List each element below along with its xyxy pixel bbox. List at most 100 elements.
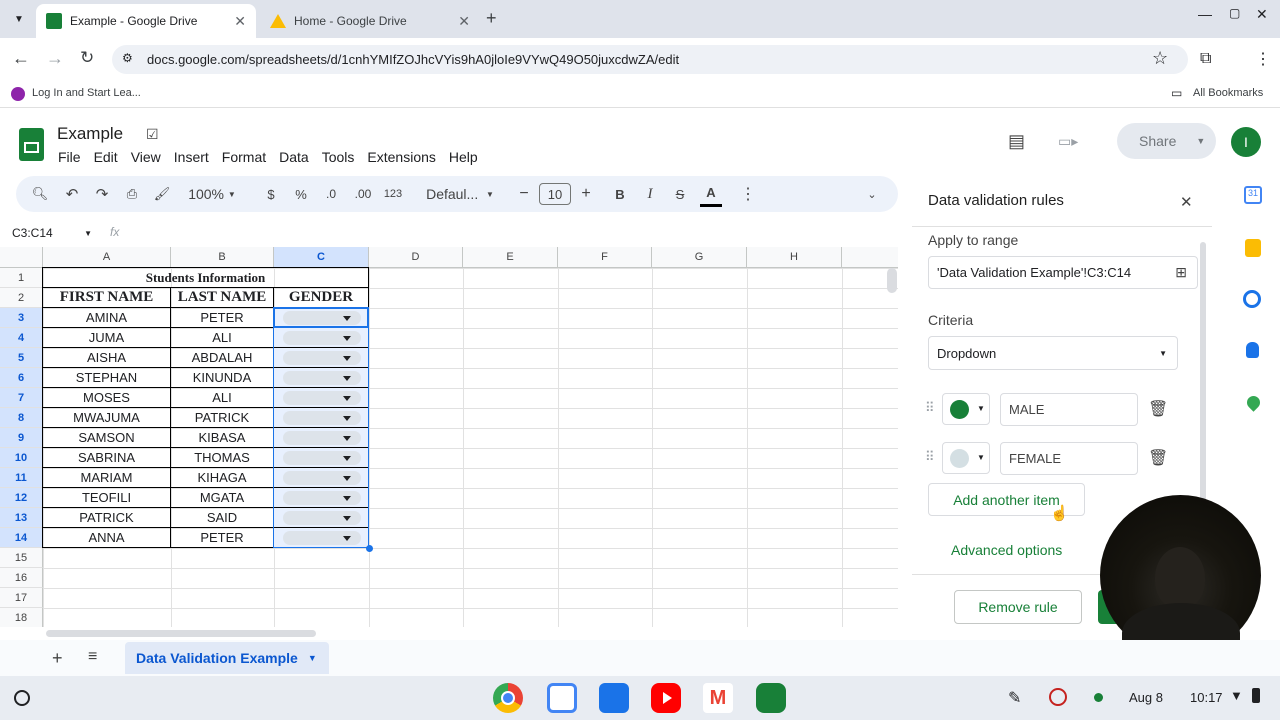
table-cell[interactable]: KINUNDA xyxy=(170,367,274,388)
decrease-decimal-button[interactable]: .0 xyxy=(318,176,344,212)
more-menu-icon[interactable]: ⋮ xyxy=(1255,49,1271,69)
row-header[interactable]: 3 xyxy=(0,308,43,328)
zoom-select[interactable]: 100% ▼ xyxy=(182,176,242,212)
currency-button[interactable]: $ xyxy=(260,176,282,212)
column-header[interactable]: F xyxy=(558,247,652,268)
drag-handle-icon[interactable]: ⠿ xyxy=(925,400,935,416)
item-value-input[interactable]: FEMALE xyxy=(1000,442,1138,475)
fill-handle[interactable] xyxy=(366,545,373,552)
wifi-icon[interactable]: ▼ xyxy=(1230,688,1243,703)
number-format-button[interactable]: 123 xyxy=(380,176,406,212)
row-header[interactable]: 14 xyxy=(0,528,43,548)
increase-font-size-icon[interactable]: + xyxy=(576,176,596,212)
reload-icon[interactable]: ↻ xyxy=(80,48,94,68)
row-header[interactable]: 10 xyxy=(0,448,43,468)
chrome-icon[interactable] xyxy=(493,683,523,713)
all-bookmarks-link[interactable]: All Bookmarks xyxy=(1193,87,1263,99)
table-cell[interactable]: ANNA xyxy=(42,527,171,548)
comments-icon[interactable]: ▤ xyxy=(1008,131,1025,152)
item-color-picker[interactable]: ▼ xyxy=(942,393,990,425)
launcher-icon[interactable] xyxy=(14,690,30,706)
calendar-app-icon[interactable] xyxy=(547,683,577,713)
close-tab-icon[interactable]: ✕ xyxy=(458,13,470,30)
table-cell[interactable]: MGATA xyxy=(170,487,274,508)
menu-edit[interactable]: Edit xyxy=(94,149,118,165)
row-header[interactable]: 8 xyxy=(0,408,43,428)
close-window-icon[interactable]: ✕ xyxy=(1256,6,1268,23)
paint-format-icon[interactable]: 🖌︎ xyxy=(150,176,174,212)
time-label[interactable]: 10:17 xyxy=(1190,690,1223,705)
table-cell[interactable]: ALI xyxy=(170,327,274,348)
menu-insert[interactable]: Insert xyxy=(174,149,209,165)
remove-rule-button[interactable]: Remove rule xyxy=(954,590,1082,624)
table-title[interactable]: Students Information xyxy=(42,267,369,288)
site-info-icon[interactable]: ⚙ xyxy=(122,51,133,65)
screen-record-icon[interactable] xyxy=(1049,688,1067,706)
row-header[interactable]: 9 xyxy=(0,428,43,448)
delete-item-icon[interactable]: 🗑︎ xyxy=(1148,448,1168,468)
row-header[interactable]: 17 xyxy=(0,588,43,608)
increase-decimal-button[interactable]: .00 xyxy=(348,176,378,212)
font-select[interactable]: Defaul... ▼ xyxy=(420,176,500,212)
menu-view[interactable]: View xyxy=(131,149,161,165)
more-toolbar-icon[interactable]: ⋮ xyxy=(740,176,756,212)
row-header[interactable]: 11 xyxy=(0,468,43,488)
table-cell[interactable]: AMINA xyxy=(42,307,171,328)
omnibox[interactable]: ⚙ docs.google.com/spreadsheets/d/1cnhYMI… xyxy=(112,45,1188,74)
table-cell[interactable]: MOSES xyxy=(42,387,171,408)
row-header[interactable]: 2 xyxy=(0,288,43,308)
row-header[interactable]: 13 xyxy=(0,508,43,528)
youtube-icon[interactable] xyxy=(651,683,681,713)
column-header[interactable]: D xyxy=(369,247,463,268)
undo-icon[interactable]: ↶ xyxy=(60,176,84,212)
contacts-icon[interactable] xyxy=(1246,342,1259,358)
minimize-icon[interactable]: — xyxy=(1198,6,1212,22)
criteria-select[interactable]: Dropdown ▼ xyxy=(928,336,1178,370)
table-cell[interactable]: KIBASA xyxy=(170,427,274,448)
browser-tab[interactable]: Home - Google Drive ✕ xyxy=(260,4,480,38)
table-cell[interactable]: TEOFILI xyxy=(42,487,171,508)
all-sheets-icon[interactable]: ≡ xyxy=(88,648,97,666)
row-header[interactable]: 7 xyxy=(0,388,43,408)
bookmark-item[interactable]: Log In and Start Lea... xyxy=(32,87,141,99)
table-cell[interactable]: MWAJUMA xyxy=(42,407,171,428)
menu-help[interactable]: Help xyxy=(449,149,478,165)
item-value-input[interactable]: MALE xyxy=(1000,393,1138,426)
column-header[interactable]: G xyxy=(652,247,747,268)
maximize-icon[interactable]: ▢ xyxy=(1229,6,1240,20)
table-cell[interactable]: THOMAS xyxy=(170,447,274,468)
column-header[interactable]: H xyxy=(747,247,842,268)
table-cell[interactable]: STEPHAN xyxy=(42,367,171,388)
table-cell[interactable]: PETER xyxy=(170,527,274,548)
font-size-input[interactable]: 10 xyxy=(539,183,571,205)
table-cell[interactable]: SAID xyxy=(170,507,274,528)
tab-search-button[interactable]: ▼ xyxy=(8,8,30,30)
table-cell[interactable]: ABDALAH xyxy=(170,347,274,368)
formula-input[interactable] xyxy=(130,222,890,242)
table-cell[interactable]: SAMSON xyxy=(42,427,171,448)
collapse-toolbar-icon[interactable]: ⌄ xyxy=(862,176,882,212)
panel-scrollbar[interactable] xyxy=(1200,242,1206,502)
column-header[interactable]: B xyxy=(171,247,274,268)
stylus-icon[interactable]: ✎ xyxy=(1008,688,1021,708)
percent-button[interactable]: % xyxy=(290,176,312,212)
browser-tab-active[interactable]: Example - Google Drive ✕ xyxy=(36,4,256,38)
grid-horizontal-scrollbar[interactable] xyxy=(46,630,316,637)
redo-icon[interactable]: ↷ xyxy=(90,176,114,212)
menu-data[interactable]: Data xyxy=(279,149,309,165)
table-cell[interactable]: PATRICK xyxy=(42,507,171,528)
column-heading[interactable]: FIRST NAME xyxy=(42,287,171,308)
italic-button[interactable]: I xyxy=(640,176,660,212)
maps-icon[interactable] xyxy=(1244,393,1263,412)
drag-handle-icon[interactable]: ⠿ xyxy=(925,449,935,465)
back-icon[interactable]: ← xyxy=(12,48,30,69)
row-header[interactable]: 18 xyxy=(0,608,43,627)
table-cell[interactable]: SABRINA xyxy=(42,447,171,468)
close-panel-icon[interactable]: ✕ xyxy=(1180,193,1193,211)
table-cell[interactable]: PATRICK xyxy=(170,407,274,428)
column-heading[interactable]: LAST NAME xyxy=(170,287,274,308)
battery-icon[interactable] xyxy=(1252,688,1260,703)
column-header[interactable]: A xyxy=(43,247,171,268)
item-color-picker[interactable]: ▼ xyxy=(942,442,990,474)
range-input[interactable]: 'Data Validation Example'!C3:C14 ⊞ xyxy=(928,256,1198,289)
